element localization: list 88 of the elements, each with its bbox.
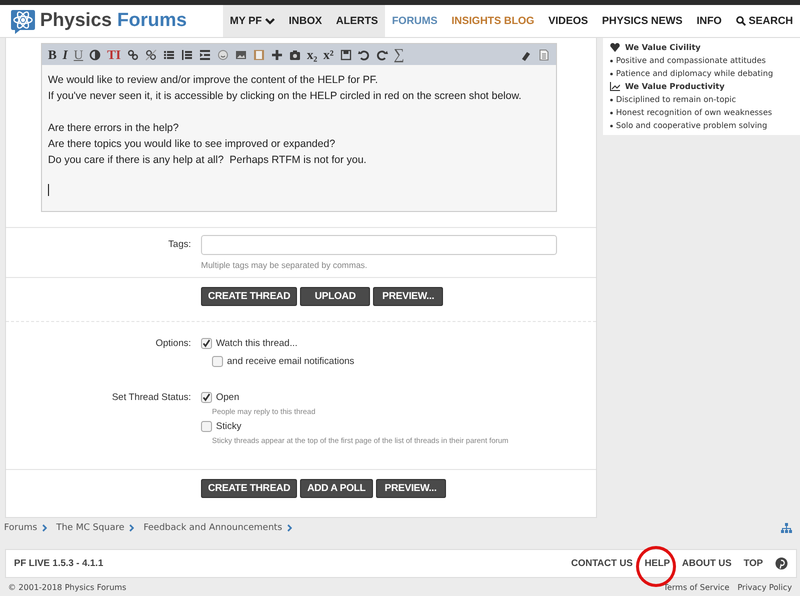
field-hint: Multiple tags may be separated by commas. xyxy=(201,260,368,270)
sidebar-bullet-text: Solo and cooperative problem solving xyxy=(616,121,768,130)
subscript-button[interactable]: x₂ xyxy=(306,48,318,62)
form-button[interactable]: PREVIEW... xyxy=(373,287,444,306)
smiley-icon[interactable] xyxy=(216,48,229,60)
tags-input-field[interactable] xyxy=(201,235,557,255)
field-label: Options: xyxy=(154,337,191,350)
breadcrumb-link[interactable]: Feedback and Announcements xyxy=(143,523,292,533)
bullet-icon xyxy=(610,58,616,62)
film-icon[interactable] xyxy=(252,48,265,60)
empty-checkbox[interactable] xyxy=(201,421,212,432)
checkbox-label[interactable]: Open xyxy=(216,391,240,404)
breadcrumb-link[interactable]: Forums xyxy=(4,523,48,533)
form-button[interactable]: CREATE THREAD xyxy=(201,287,298,306)
footer-link[interactable]: Privacy Policy xyxy=(737,583,792,592)
form-button[interactable]: PREVIEW... xyxy=(376,479,446,498)
formula-button[interactable]: ∑ xyxy=(394,48,404,62)
font-size-button[interactable]: TI xyxy=(107,48,121,62)
sidebar-bullet-text: Disciplined to remain on-topic xyxy=(616,95,736,104)
copyright-text: © 2001-2018 Physics Forums xyxy=(8,583,126,592)
checked-checkbox[interactable] xyxy=(201,392,212,403)
indent-icon[interactable] xyxy=(198,48,211,60)
plus-icon[interactable] xyxy=(270,48,283,60)
checked-checkbox[interactable] xyxy=(201,338,212,349)
editor-text-line: Do you care if there is any help at all? Perhaps RTFM is not for you. xyxy=(48,153,368,168)
editor-text-line: Are there topics you would like to see improved or expanded? xyxy=(48,137,336,152)
form-button[interactable]: CREATE THREAD xyxy=(201,479,298,498)
checkbox-label[interactable]: and receive email notifications xyxy=(227,355,354,368)
footer-link[interactable]: ABOUT US xyxy=(682,558,732,569)
breadcrumb-link[interactable]: The MC Square xyxy=(56,523,134,533)
nav-link[interactable]: INFO xyxy=(690,5,729,37)
checkbox-label[interactable]: Sticky xyxy=(216,420,242,433)
sidebar-heading: We Value Productivity xyxy=(625,82,725,91)
sidebar-heading: We Value Civility xyxy=(625,43,701,52)
text-cursor xyxy=(48,184,49,196)
document-icon[interactable] xyxy=(538,48,550,60)
italic-button[interactable]: I xyxy=(62,48,68,62)
chevron-down-icon xyxy=(264,18,275,24)
footer-link[interactable]: TOP xyxy=(744,558,763,569)
underline-button[interactable]: U xyxy=(74,48,84,62)
empty-checkbox[interactable] xyxy=(212,356,223,367)
bold-button[interactable]: B xyxy=(48,48,57,62)
field-label: Set Thread Status: xyxy=(110,391,191,404)
image-icon[interactable] xyxy=(234,48,247,60)
footer-link[interactable]: Terms of Service xyxy=(664,583,730,592)
sitemap-icon[interactable] xyxy=(781,523,792,533)
camera-icon[interactable] xyxy=(288,48,301,60)
superscript-button[interactable]: x² xyxy=(323,48,334,62)
chevron-right-icon xyxy=(42,524,48,532)
nav-link[interactable]: MY PF xyxy=(222,5,282,37)
bullet-icon xyxy=(610,72,616,76)
nav-link[interactable]: SEARCH xyxy=(728,5,800,37)
atom-logo-icon xyxy=(10,7,36,35)
sidebar-bullet-text: Honest recognition of own weaknesses xyxy=(616,108,772,117)
field-label: Tags: xyxy=(167,238,191,252)
bullet-icon xyxy=(610,98,616,102)
footer-link[interactable]: CONTACT US xyxy=(571,558,633,569)
bullet-icon xyxy=(610,110,616,114)
chevron-right-icon xyxy=(129,524,134,532)
line-chart-icon xyxy=(610,82,620,91)
numbered-list-icon[interactable] xyxy=(180,48,193,60)
checkbox-label[interactable]: Watch this thread... xyxy=(216,337,298,350)
redo-icon[interactable] xyxy=(376,48,388,60)
sidebar-bullet-text: Patience and diplomacy while debating xyxy=(616,69,774,78)
pinterest-icon[interactable] xyxy=(775,557,788,570)
form-button[interactable]: UPLOAD xyxy=(300,287,370,306)
sidebar-bullet-text: Positive and compassionate attitudes xyxy=(616,56,766,65)
nav-link[interactable]: PHYSICS NEWS xyxy=(595,5,690,37)
nav-link[interactable]: ALERTS xyxy=(329,5,386,37)
bulleted-list-icon[interactable] xyxy=(162,48,175,60)
nav-link[interactable]: VIDEOS xyxy=(541,5,596,37)
version-text: PF LIVE 1.5.3 - 4.1.1 xyxy=(14,558,104,569)
editor-text-line: We would like to review and/or improve the content of the HELP for PF. xyxy=(48,73,379,88)
undo-icon[interactable] xyxy=(358,48,370,60)
contrast-icon[interactable] xyxy=(89,48,102,60)
site-logo-text: Physics Forums xyxy=(40,10,187,32)
bullet-icon xyxy=(610,124,616,128)
unlink-icon[interactable] xyxy=(144,48,157,60)
editor-text-line: Are there errors in the help? xyxy=(48,121,180,136)
editor-text-line: If you've never seen it, it is accessible by clicking on the HELP circled in red on the screen shot below. xyxy=(48,89,522,104)
rich-text-editor[interactable] xyxy=(41,43,557,212)
form-button[interactable]: ADD A POLL xyxy=(300,479,373,498)
nav-link[interactable]: INBOX xyxy=(282,5,330,37)
heart-icon xyxy=(610,43,620,52)
chevron-right-icon xyxy=(287,524,292,532)
footer-link[interactable]: HELP xyxy=(644,558,670,569)
search-icon xyxy=(736,16,746,26)
link-icon[interactable] xyxy=(126,48,139,60)
